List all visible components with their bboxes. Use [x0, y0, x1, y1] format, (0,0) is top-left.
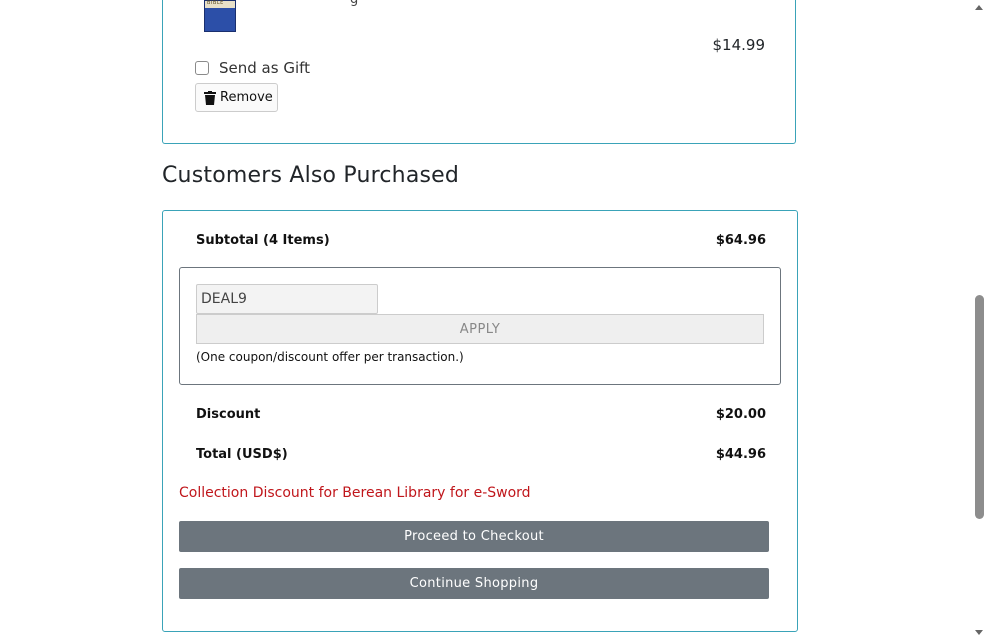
remove-label: Remove — [220, 90, 273, 105]
total-value: $44.96 — [715, 447, 766, 462]
page-scrollbar[interactable] — [971, 0, 987, 641]
thumbnail-text: BIBLE — [207, 0, 224, 6]
coupon-box: DEAL9 APPLY (One coupon/discount offer p… — [179, 267, 781, 385]
item-price: $14.99 — [712, 36, 766, 54]
subtotal-label: Subtotal (4 Items) — [196, 233, 330, 248]
trash-icon — [204, 90, 216, 105]
scroll-down-arrow-icon[interactable] — [975, 630, 983, 635]
continue-shopping-button[interactable]: Continue Shopping — [179, 568, 769, 599]
discount-message: Collection Discount for Berean Library f… — [179, 485, 531, 501]
subtotal-value: $64.96 — [715, 233, 766, 248]
send-as-gift-checkbox[interactable] — [195, 61, 209, 75]
proceed-to-checkout-button[interactable]: Proceed to Checkout — [179, 521, 769, 552]
send-as-gift-row[interactable]: Send as Gift — [195, 59, 310, 77]
discount-value: $20.00 — [715, 407, 766, 422]
coupon-note: (One coupon/discount offer per transacti… — [196, 350, 464, 364]
send-as-gift-label: Send as Gift — [219, 59, 311, 77]
discount-label: Discount — [196, 407, 261, 422]
total-label: Total (USD$) — [196, 447, 288, 462]
coupon-input[interactable]: DEAL9 — [196, 284, 378, 314]
section-title: Customers Also Purchased — [162, 163, 460, 188]
scrollbar-thumb[interactable] — [975, 295, 984, 519]
remove-button[interactable]: Remove — [195, 83, 278, 112]
apply-coupon-button[interactable]: APPLY — [196, 314, 764, 344]
total-row: Total (USD$) $44.96 — [196, 447, 766, 462]
product-title-fragment[interactable]: g — [350, 0, 358, 7]
discount-row: Discount $20.00 — [196, 407, 766, 422]
scroll-up-arrow-icon[interactable] — [975, 5, 983, 10]
subtotal-row: Subtotal (4 Items) $64.96 — [196, 233, 766, 248]
order-summary-card: Subtotal (4 Items) $64.96 DEAL9 APPLY (O… — [162, 210, 798, 632]
